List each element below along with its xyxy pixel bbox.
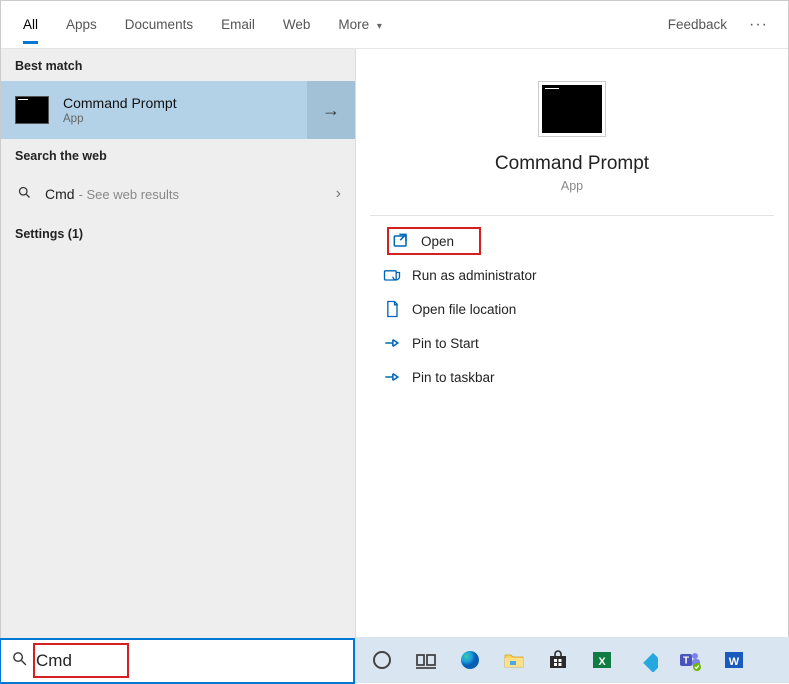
search-window: All Apps Documents Email Web More ▾ Feed…	[0, 0, 789, 683]
search-icon	[15, 185, 33, 204]
best-match-label: Best match	[1, 49, 355, 81]
tab-apps[interactable]: Apps	[52, 5, 111, 44]
taskbar-store[interactable]	[538, 640, 578, 680]
preview-title: Command Prompt	[495, 153, 649, 175]
result-title: Command Prompt	[63, 95, 307, 111]
result-text: Command Prompt App	[63, 95, 307, 125]
chevron-right-icon: ›	[336, 185, 341, 203]
web-search-result[interactable]: Cmd - See web results ›	[1, 171, 355, 217]
action-pin-start[interactable]: Pin to Start	[374, 326, 770, 360]
svg-text:W: W	[729, 656, 740, 668]
taskbar-file-explorer[interactable]	[494, 640, 534, 680]
pin-icon	[382, 333, 402, 353]
preview-panel: Command Prompt App Open	[356, 49, 788, 682]
preview-icon-frame	[538, 81, 606, 137]
action-pin-taskbar-label: Pin to taskbar	[412, 370, 495, 385]
tab-documents[interactable]: Documents	[111, 5, 207, 44]
web-result-query: Cmd	[45, 186, 75, 202]
taskbar-cortana[interactable]	[362, 640, 402, 680]
svg-text:X: X	[598, 656, 606, 668]
action-open-location[interactable]: Open file location	[374, 292, 770, 326]
results-panel: Best match Command Prompt App → Search t…	[1, 49, 356, 682]
result-subtitle: App	[63, 113, 307, 125]
action-run-admin[interactable]: Run as administrator	[374, 258, 770, 292]
taskbar-kodi[interactable]	[626, 640, 666, 680]
taskbar-word[interactable]: W	[714, 640, 754, 680]
taskbar-edge[interactable]	[450, 640, 490, 680]
expand-result-button[interactable]: →	[307, 81, 355, 139]
search-web-label: Search the web	[1, 139, 355, 171]
taskbar-excel[interactable]: X	[582, 640, 622, 680]
main-area: Best match Command Prompt App → Search t…	[1, 49, 788, 682]
command-prompt-icon	[15, 96, 49, 124]
filter-tabs: All Apps Documents Email Web More ▾ Feed…	[1, 1, 788, 49]
svg-text:T: T	[683, 656, 689, 667]
tab-more-label: More	[338, 17, 369, 32]
action-pin-taskbar[interactable]: Pin to taskbar	[374, 360, 770, 394]
tab-all[interactable]: All	[9, 5, 52, 44]
preview-subtitle: App	[561, 179, 583, 193]
taskbar: X T W	[356, 637, 789, 683]
divider	[370, 215, 774, 216]
action-open-location-label: Open file location	[412, 302, 516, 317]
search-input[interactable]	[36, 651, 347, 671]
action-run-admin-label: Run as administrator	[412, 268, 537, 283]
open-icon	[391, 231, 411, 251]
file-location-icon	[382, 299, 402, 319]
command-prompt-icon	[542, 85, 602, 133]
action-pin-start-label: Pin to Start	[412, 336, 479, 351]
admin-shield-icon	[382, 265, 402, 285]
best-match-result[interactable]: Command Prompt App →	[1, 81, 355, 139]
arrow-right-icon: →	[322, 100, 340, 121]
feedback-link[interactable]: Feedback	[658, 5, 737, 44]
search-bar[interactable]	[0, 638, 355, 684]
action-open-label: Open	[421, 234, 454, 249]
actions-list: Open Run as administrator Open file loca…	[366, 222, 778, 396]
settings-label: Settings (1)	[1, 217, 355, 249]
tab-web[interactable]: Web	[269, 5, 325, 44]
action-open[interactable]: Open	[374, 224, 770, 258]
pin-icon	[382, 367, 402, 387]
taskbar-teams[interactable]: T	[670, 640, 710, 680]
overflow-menu-icon[interactable]: ···	[737, 6, 780, 44]
chevron-down-icon: ▾	[377, 21, 382, 32]
tab-more[interactable]: More ▾	[324, 5, 396, 44]
web-result-hint: - See web results	[79, 187, 179, 202]
tab-email[interactable]: Email	[207, 5, 269, 44]
search-icon	[11, 650, 28, 672]
taskbar-task-view[interactable]	[406, 640, 446, 680]
preview-header: Command Prompt App	[366, 71, 778, 211]
